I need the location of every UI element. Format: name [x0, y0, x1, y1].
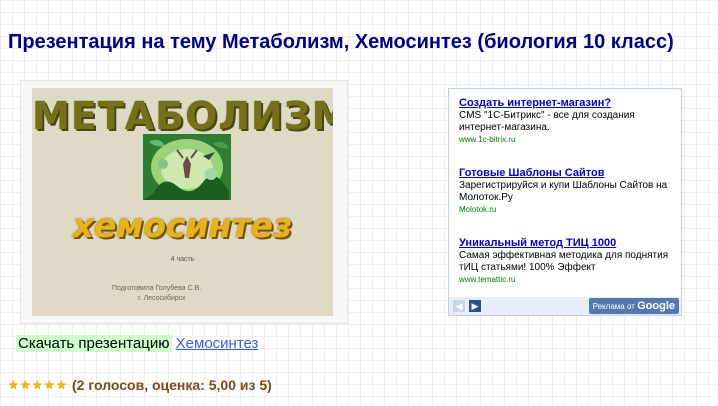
ad-text: CMS "1С-Битрикс" - все для создания инте…	[459, 110, 635, 133]
nature-collage-illustration	[143, 134, 231, 200]
google-logo: Google	[637, 300, 675, 312]
ad-provider-prefix: Реклама от	[592, 302, 635, 311]
rating: ★ ★ ★ ★ ★ (2 голосов, оценка: 5,00 из 5)	[8, 376, 272, 394]
star-icon[interactable]: ★	[56, 379, 68, 391]
ad-block: Создать интернет-магазин? CMS "1С-Битрик…	[448, 88, 682, 316]
slide-author-name: Подготовила Голубева С.В.	[112, 285, 202, 292]
ad-item[interactable]: Готовые Шаблоны Сайтов Зарегистрируйся и…	[459, 167, 673, 216]
download-line: Скачать презентацию Хемосинтез	[16, 335, 258, 353]
star-icon[interactable]: ★	[44, 379, 56, 391]
ad-item[interactable]: Создать интернет-магазин? CMS "1С-Битрик…	[459, 97, 673, 146]
chevron-left-icon[interactable]: ◀	[453, 300, 465, 312]
ad-text: Самая эффективная методика для поднятия …	[459, 250, 669, 273]
slide-author: Подготовила Голубева С.В. г. Лесосибирск	[112, 284, 312, 304]
page-title: Презентация на тему Метаболизм, Хемосинт…	[8, 31, 674, 53]
slide-thumbnail[interactable]: МЕТАБОЛИЗМ хемосинтез 4 часть Подготовил…	[20, 80, 348, 324]
ad-footer: ◀ ▶ Реклама от Google	[449, 297, 681, 315]
slide-author-city: г. Лесосибирск	[138, 295, 186, 302]
ad-url[interactable]: www.temattic.ru	[459, 274, 673, 286]
ad-title[interactable]: Готовые Шаблоны Сайтов	[459, 167, 673, 180]
chevron-right-icon[interactable]: ▶	[469, 300, 481, 312]
ad-url[interactable]: Molotok.ru	[459, 204, 673, 216]
ad-url[interactable]: www.1c-bitrix.ru	[459, 134, 673, 146]
star-icon[interactable]: ★	[20, 379, 32, 391]
slide-heading: МЕТАБОЛИЗМ	[32, 94, 333, 138]
ad-item[interactable]: Уникальный метод ТИЦ 1000 Самая эффектив…	[459, 237, 673, 286]
star-icon[interactable]: ★	[32, 379, 44, 391]
slide-part-label: 4 часть	[170, 256, 195, 263]
ad-provider-label[interactable]: Реклама от Google	[588, 298, 679, 314]
slide-subheading: хемосинтез	[72, 206, 293, 245]
ad-text: Зарегистрируйся и купи Шаблоны Сайтов на…	[459, 180, 668, 203]
rating-stars[interactable]: ★ ★ ★ ★ ★	[8, 379, 68, 391]
slide-image: МЕТАБОЛИЗМ хемосинтез 4 часть Подготовил…	[32, 88, 333, 316]
star-icon[interactable]: ★	[8, 379, 20, 391]
ad-title[interactable]: Уникальный метод ТИЦ 1000	[459, 237, 673, 250]
ad-title[interactable]: Создать интернет-магазин?	[459, 97, 673, 110]
download-link[interactable]: Хемосинтез	[176, 335, 259, 352]
download-label: Скачать презентацию	[16, 335, 172, 352]
rating-text: (2 голосов, оценка: 5,00 из 5)	[72, 377, 272, 393]
